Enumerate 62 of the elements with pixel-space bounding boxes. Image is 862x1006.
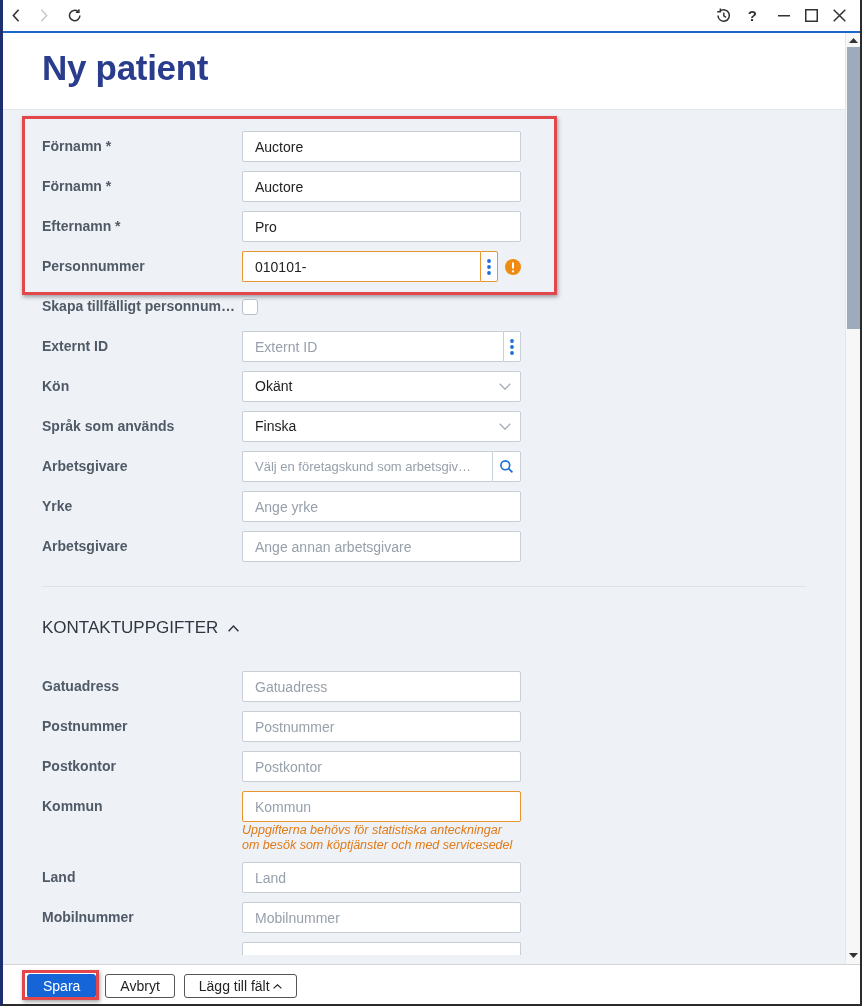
- dropdown[interactable]: Finska: [242, 411, 521, 442]
- input-field[interactable]: Ange yrke: [242, 491, 521, 522]
- chevron-up-icon[interactable]: [228, 624, 240, 632]
- minimize-icon[interactable]: [778, 14, 790, 17]
- input-field[interactable]: Pro: [242, 211, 521, 242]
- caret-icon: [272, 983, 282, 989]
- field-label: Externt ID: [42, 338, 110, 355]
- checkbox[interactable]: [242, 298, 258, 315]
- field-label: Postnummer: [42, 718, 129, 735]
- field-label: Efternamn *: [42, 218, 122, 235]
- history-icon[interactable]: [715, 8, 731, 23]
- more-options-button[interactable]: [503, 331, 521, 362]
- more-icon[interactable]: [510, 338, 514, 355]
- chevron-down-icon: [499, 383, 511, 390]
- input-field[interactable]: Postkontor: [242, 751, 521, 782]
- field-label: Land: [42, 869, 77, 886]
- field-label: Postkontor: [42, 758, 117, 775]
- input-field[interactable]: Mobilnummer: [242, 902, 521, 933]
- input-field[interactable]: Land: [242, 862, 521, 893]
- field-label: Arbetsgivare: [42, 538, 129, 555]
- input-field[interactable]: Ange annan arbetsgivare: [242, 531, 521, 562]
- search-icon[interactable]: [500, 460, 513, 473]
- more-options-button[interactable]: [480, 251, 498, 282]
- add-field-button[interactable]: Lägg till fält: [183, 974, 297, 998]
- field-label: Arbetsgivare: [42, 458, 129, 475]
- input-field[interactable]: Postnummer: [242, 711, 521, 742]
- refresh-icon[interactable]: [68, 9, 81, 22]
- field-label: Kön: [42, 378, 71, 395]
- section-title: KONTAKTUPPGIFTER: [42, 617, 219, 639]
- input-field[interactable]: Välj en företagskund som arbetsgiv…: [242, 451, 492, 482]
- scroll-down-icon[interactable]: [848, 953, 858, 958]
- more-icon[interactable]: [487, 258, 491, 275]
- input-field[interactable]: Gatuadress: [242, 671, 521, 702]
- help-button[interactable]: ?: [747, 7, 757, 24]
- field-label: Mobilnummer: [42, 909, 135, 926]
- field-label: Personnummer: [42, 258, 146, 275]
- field-label: Kommun: [42, 798, 104, 815]
- input-field[interactable]: 010101-: [242, 251, 480, 282]
- hint-text: Uppgifterna behövs för statistiska anteckningar om besök som köptjänster och med servicesedel: [242, 823, 514, 853]
- field-label: Förnamn *: [42, 178, 113, 195]
- save-button[interactable]: Spara: [27, 974, 97, 998]
- field-label: Språk som används: [42, 418, 176, 435]
- input-field[interactable]: [242, 942, 521, 955]
- scrollbar-thumb[interactable]: [846, 47, 860, 329]
- field-label: Förnamn *: [42, 138, 113, 155]
- input-field[interactable]: Externt ID: [242, 331, 503, 362]
- back-icon[interactable]: [12, 9, 20, 22]
- input-field[interactable]: Auctore: [242, 131, 521, 162]
- scroll-up-icon[interactable]: [848, 38, 858, 43]
- search-button[interactable]: [492, 451, 521, 482]
- input-field[interactable]: Kommun: [242, 791, 521, 822]
- input-field[interactable]: Auctore: [242, 171, 521, 202]
- page-title: Ny patient: [42, 47, 209, 89]
- cancel-button[interactable]: Avbryt: [105, 974, 175, 998]
- field-label: Yrke: [42, 498, 74, 515]
- close-icon[interactable]: [833, 9, 846, 22]
- maximize-icon[interactable]: [805, 9, 818, 22]
- scrollbar[interactable]: [845, 33, 860, 964]
- chevron-down-icon: [499, 423, 511, 430]
- field-label: Gatuadress: [42, 678, 121, 695]
- field-label: Skapa tillfälligt personnum…: [42, 298, 236, 315]
- dropdown[interactable]: Okänt: [242, 371, 521, 402]
